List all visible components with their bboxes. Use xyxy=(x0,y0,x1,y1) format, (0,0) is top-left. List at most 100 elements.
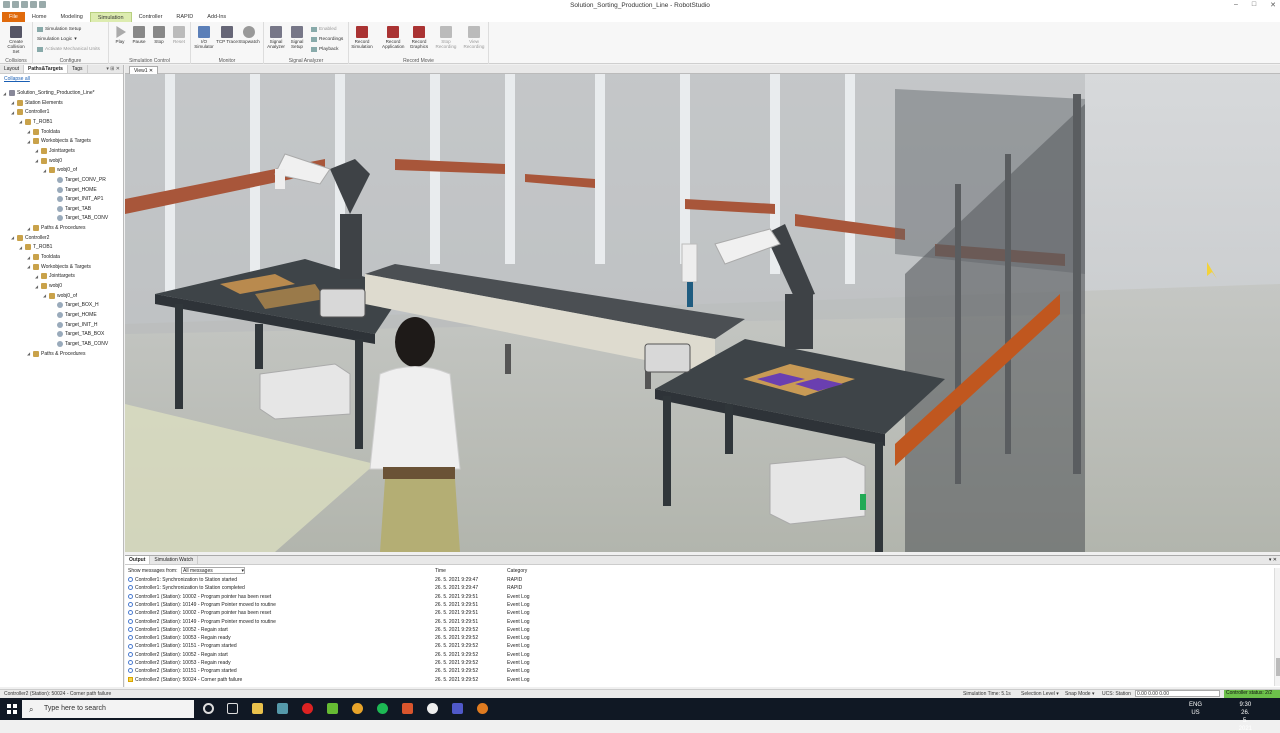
output-panel-controls[interactable]: ▾ ✕ xyxy=(1269,557,1277,563)
expander-icon[interactable]: ◢ xyxy=(27,264,31,269)
tree-item[interactable]: ◢ Jointtargets xyxy=(35,273,75,280)
tree-item[interactable]: ◢ Workobjects & Targets xyxy=(27,263,91,270)
tray-clock[interactable]: 9:30 26. 5. 2021 xyxy=(1239,701,1252,733)
file-explorer-icon[interactable] xyxy=(252,703,263,714)
tree-item[interactable]: ◢ Jointtargets xyxy=(35,147,75,154)
expander-icon[interactable]: ◢ xyxy=(11,110,15,115)
snap-mode-dropdown[interactable]: Snap Mode ▾ xyxy=(1065,691,1094,697)
expander-icon[interactable]: ◢ xyxy=(27,226,31,231)
output-row[interactable]: Controller1 (Station): 10151 - Program s… xyxy=(128,643,237,649)
tree-item[interactable]: Target_TAB xyxy=(51,205,91,212)
app-icon-2[interactable] xyxy=(352,703,363,714)
expander-icon[interactable]: ◢ xyxy=(27,351,31,356)
recordings-button[interactable]: Recordings xyxy=(311,37,343,42)
tree-item[interactable]: ◢ Workobjects & Targets xyxy=(27,138,91,145)
close-icon[interactable]: ✕ xyxy=(1270,1,1276,9)
output-row[interactable]: Controller1: Synchronization to Station … xyxy=(128,585,245,591)
tree-item[interactable]: ◢ wobj0 xyxy=(35,157,62,164)
minimize-icon[interactable]: – xyxy=(1234,1,1238,9)
output-row[interactable]: Controller2 (Station): 10151 - Program s… xyxy=(128,668,237,674)
tab-layout[interactable]: Layout xyxy=(0,65,25,73)
cortana-icon[interactable] xyxy=(203,703,214,714)
expander-icon[interactable]: ◢ xyxy=(35,158,39,163)
spotify-icon[interactable] xyxy=(377,703,388,714)
tab-add-ins[interactable]: Add-Ins xyxy=(200,12,233,22)
playback-button[interactable]: Playback xyxy=(311,47,338,52)
expander-icon[interactable]: ◢ xyxy=(19,245,23,250)
pause-button[interactable]: Pause xyxy=(128,26,150,44)
tree-item[interactable]: Target_HOME xyxy=(51,311,97,318)
stop-button[interactable]: Stop xyxy=(148,26,170,44)
app-icon-1[interactable] xyxy=(277,703,288,714)
reset-button[interactable]: Reset xyxy=(168,26,190,44)
output-row[interactable]: Controller1: Synchronization to Station … xyxy=(128,577,237,583)
tree-item[interactable]: ◢ Solution_Sorting_Production_Line* xyxy=(3,90,95,96)
tree-item[interactable]: Target_INIT_H xyxy=(51,321,98,328)
tree-item[interactable]: ◢ Controller2 xyxy=(11,234,49,241)
expander-icon[interactable]: ◢ xyxy=(19,119,23,124)
tab-paths-targets[interactable]: Paths&Targets xyxy=(24,65,68,73)
ucs-dropdown[interactable]: UCS: Station xyxy=(1102,691,1131,697)
tree-item[interactable]: ◢ T_ROB1 xyxy=(19,244,52,251)
view-recording-button[interactable]: View Recording xyxy=(463,26,485,49)
tree-item[interactable]: ◢ wobj0_of xyxy=(43,292,77,299)
expander-icon[interactable]: ◢ xyxy=(43,168,47,173)
expander-icon[interactable]: ◢ xyxy=(3,91,7,96)
3d-viewport[interactable] xyxy=(125,74,1280,552)
robotstudio-icon[interactable] xyxy=(477,703,488,714)
output-row[interactable]: Controller2 (Station): 10149 - Program P… xyxy=(128,619,276,625)
enabled-toggle[interactable]: Enabled xyxy=(311,27,337,32)
app-icon-4[interactable] xyxy=(427,703,438,714)
expander-icon[interactable]: ◢ xyxy=(27,139,31,144)
selection-level-dropdown[interactable]: Selection Level ▾ xyxy=(1021,691,1059,697)
opera-icon[interactable] xyxy=(302,703,313,714)
output-row[interactable]: Controller2 (Station): 10052 - Regain st… xyxy=(128,652,228,658)
controller-status[interactable]: Controller status: 2/2 xyxy=(1224,690,1280,698)
tab-output[interactable]: Output xyxy=(125,556,151,564)
collapse-all-link[interactable]: Collapse all xyxy=(0,74,123,84)
output-row[interactable]: Controller1 (Station): 10052 - Regain st… xyxy=(128,627,228,633)
task-view-icon[interactable] xyxy=(227,703,238,714)
simulation-logic-button[interactable]: Simulation Logic ▾ xyxy=(37,37,77,42)
expander-icon[interactable]: ◢ xyxy=(35,284,39,289)
tree-item[interactable]: ◢ Paths & Procedures xyxy=(27,225,85,232)
tab-rapid[interactable]: RAPID xyxy=(169,12,200,22)
tree-item[interactable]: Target_INIT_AP1 xyxy=(51,196,103,203)
tree-item[interactable]: ◢ Paths & Procedures xyxy=(27,350,85,357)
message-filter-dropdown[interactable]: All messages ▾ xyxy=(181,567,245,574)
signal-analyzer-button[interactable]: Signal Analyzer xyxy=(265,26,287,49)
tree-item[interactable]: ◢ Station Elements xyxy=(11,99,63,106)
tree-item[interactable]: ◢ Controller1 xyxy=(11,109,49,116)
tree-item[interactable]: ◢ Tooldata xyxy=(27,128,60,135)
tree-item[interactable]: ◢ Tooldata xyxy=(27,254,60,261)
expander-icon[interactable]: ◢ xyxy=(35,274,39,279)
panel-controls[interactable]: ▾ ⊞ ✕ xyxy=(106,66,120,72)
signal-setup-button[interactable]: Signal Setup xyxy=(286,26,308,49)
io-simulator-button[interactable]: I/O Simulator xyxy=(193,26,215,49)
expander-icon[interactable]: ◢ xyxy=(11,100,15,105)
tree-item[interactable]: Target_TAB_CONV xyxy=(51,215,108,222)
tree-item[interactable]: Target_BOX_H xyxy=(51,302,99,309)
tab-controller[interactable]: Controller xyxy=(132,12,170,22)
tab-simulation-watch[interactable]: Simulation Watch xyxy=(150,556,199,564)
taskbar-search[interactable]: ⌕ Type here to search xyxy=(22,700,194,718)
tree-item[interactable]: Target_TAB_CONV xyxy=(51,340,108,347)
start-icon[interactable] xyxy=(7,704,17,714)
stop-recording-button[interactable]: Stop Recording xyxy=(435,26,457,49)
output-row[interactable]: Controller1 (Station): 10002 - Program p… xyxy=(128,594,271,600)
tab-tags[interactable]: Tags xyxy=(68,65,88,73)
tcp-trace-button[interactable]: TCP Trace xyxy=(216,26,238,44)
teams-icon[interactable] xyxy=(452,703,463,714)
output-row[interactable]: Controller2 (Station): 50024 - Corner pa… xyxy=(128,677,242,683)
activate-mechanical-units-button[interactable]: Activate Mechanical Units xyxy=(37,47,100,52)
expander-icon[interactable]: ◢ xyxy=(27,255,31,260)
maximize-icon[interactable]: □ xyxy=(1252,1,1256,9)
output-row[interactable]: Controller2 (Station): 10053 - Regain re… xyxy=(128,660,231,666)
output-row[interactable]: Controller1 (Station): 10149 - Program P… xyxy=(128,602,276,608)
output-row[interactable]: Controller1 (Station): 10053 - Regain re… xyxy=(128,635,231,641)
tree-item[interactable]: Target_HOME xyxy=(51,186,97,193)
tab-file[interactable]: File xyxy=(2,11,25,22)
expander-icon[interactable]: ◢ xyxy=(35,148,39,153)
app-icon-3[interactable] xyxy=(402,703,413,714)
coordinates-field[interactable]: 0.00 0.00 0.00 xyxy=(1135,690,1220,697)
